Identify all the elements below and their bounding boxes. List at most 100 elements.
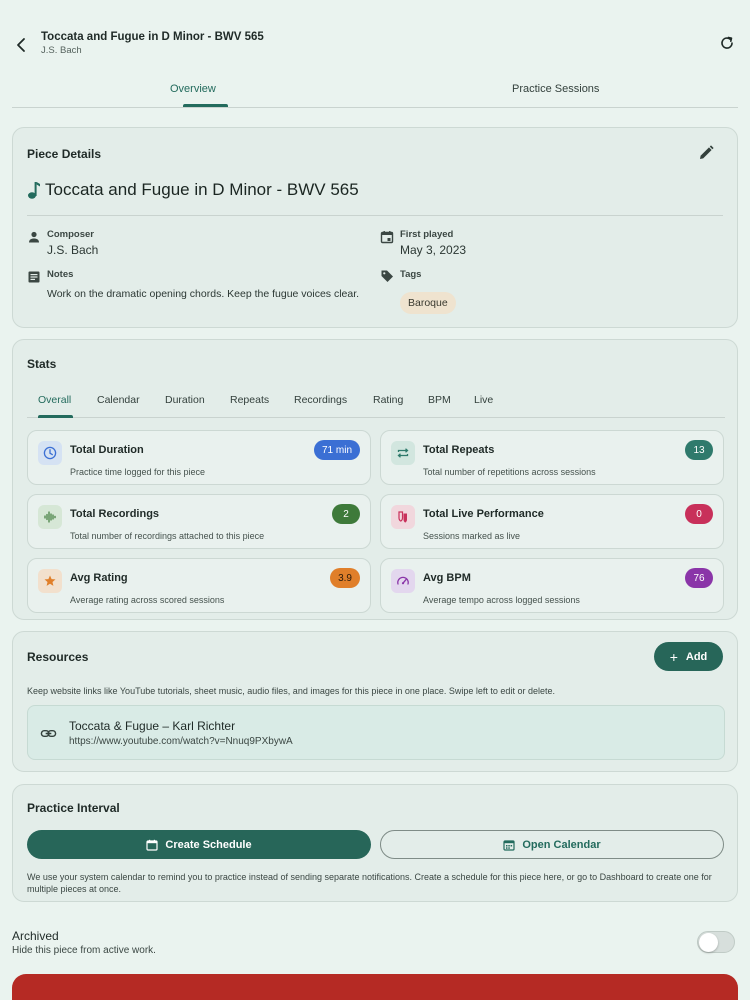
stat-description: Total number of repetitions across sessi… [423, 467, 596, 477]
stat-icon-box [38, 569, 62, 593]
stat-badge: 0 [685, 504, 713, 524]
tags-label: Tags [400, 269, 422, 280]
divider [27, 215, 723, 216]
star-icon [44, 575, 56, 586]
composer-label: Composer [47, 229, 94, 240]
main-tabs: Overview Practice Sessions [12, 80, 738, 108]
stats-tab-calendar[interactable]: Calendar [97, 394, 140, 406]
repeat-icon [397, 448, 409, 458]
stat-icon-box [391, 505, 415, 529]
stat-card-total-repeats: Total Repeats Total number of repetition… [380, 430, 724, 485]
stat-icon-box [391, 569, 415, 593]
stat-title: Avg Rating [70, 572, 128, 584]
waveform-icon [44, 511, 56, 523]
archived-toggle[interactable] [697, 931, 735, 953]
notes-label: Notes [47, 269, 74, 280]
stat-description: Total number of recordings attached to t… [70, 531, 265, 541]
delete-button[interactable] [12, 974, 738, 1000]
stat-badge: 2 [332, 504, 360, 524]
resource-name: Toccata & Fugue – Karl Richter [69, 719, 236, 733]
stats-tab-indicator [38, 415, 73, 418]
tag-icon [381, 270, 393, 282]
composer-value: J.S. Bach [47, 243, 99, 257]
toggle-knob [699, 933, 718, 952]
title-block: Toccata and Fugue in D Minor - BWV 565 J… [41, 31, 264, 56]
stat-icon-box [38, 505, 62, 529]
stats-tab-live[interactable]: Live [474, 394, 493, 406]
stats-tab-repeats[interactable]: Repeats [230, 394, 269, 406]
theater-icon [398, 511, 407, 523]
stat-title: Total Recordings [70, 508, 160, 520]
page-subtitle: J.S. Bach [41, 45, 82, 56]
resources-card: Resources + Add Keep website links like … [12, 631, 738, 772]
person-icon [29, 231, 39, 243]
stat-card-total-recordings: Total Recordings Total number of recordi… [27, 494, 371, 549]
resources-help: Keep website links like YouTube tutorial… [27, 686, 555, 696]
stat-title: Total Duration [70, 444, 144, 456]
link-icon [40, 729, 57, 738]
add-label: Add [685, 650, 708, 663]
refresh-icon [721, 36, 733, 49]
add-resource-button[interactable]: + Add [654, 642, 723, 671]
stats-tab-bpm[interactable]: BPM [428, 394, 451, 406]
notes-value: Work on the dramatic opening chords. Kee… [47, 288, 360, 300]
stat-description: Sessions marked as live [423, 531, 521, 541]
open-calendar-button[interactable]: Open Calendar [380, 830, 724, 859]
practice-interval-card: Practice Interval Create Schedule Open C… [12, 784, 738, 902]
speedometer-icon [397, 576, 409, 585]
stat-card-total-live: Total Live Performance Sessions marked a… [380, 494, 724, 549]
resources-title: Resources [27, 650, 89, 664]
notes-icon [28, 271, 40, 283]
create-schedule-label: Create Schedule [165, 838, 252, 851]
back-button[interactable] [10, 34, 32, 56]
calendar-icon [503, 839, 515, 851]
archived-description: Hide this piece from active work. [12, 945, 156, 956]
stat-badge: 3.9 [330, 568, 360, 588]
stats-tab-recordings[interactable]: Recordings [294, 394, 347, 406]
stat-card-avg-rating: Avg Rating Average rating across scored … [27, 558, 371, 613]
stat-icon-box [38, 441, 62, 465]
tag-chip[interactable]: Baroque [400, 292, 456, 314]
tab-indicator [183, 104, 228, 107]
tab-overview[interactable]: Overview [170, 83, 216, 95]
stats-card: Stats Overall Calendar Duration Repeats … [12, 339, 738, 620]
stat-description: Average rating across scored sessions [70, 595, 225, 605]
stat-title: Avg BPM [423, 572, 471, 584]
create-schedule-button[interactable]: Create Schedule [27, 830, 371, 859]
tab-practice-sessions[interactable]: Practice Sessions [512, 83, 599, 95]
stat-title: Total Repeats [423, 444, 495, 456]
stat-card-avg-bpm: Avg BPM Average tempo across logged sess… [380, 558, 724, 613]
stat-icon-box [391, 441, 415, 465]
stats-tab-duration[interactable]: Duration [165, 394, 205, 406]
stats-tab-overall[interactable]: Overall [38, 394, 71, 406]
open-calendar-label: Open Calendar [522, 838, 601, 851]
page-title: Toccata and Fugue in D Minor - BWV 565 [41, 31, 264, 43]
plus-icon: + [669, 648, 678, 665]
piece-details-card: Piece Details Toccata and Fugue in D Min… [12, 127, 738, 328]
edit-button[interactable] [697, 144, 715, 162]
stats-title: Stats [27, 357, 57, 371]
calendar-add-icon [146, 839, 158, 851]
piece-details-title: Piece Details [27, 147, 102, 161]
stat-title: Total Live Performance [423, 508, 544, 520]
pencil-icon [700, 145, 714, 159]
music-note-icon [28, 182, 40, 199]
first-played-label: First played [400, 229, 454, 240]
stat-description: Practice time logged for this piece [70, 467, 206, 477]
resource-item[interactable]: Toccata & Fugue – Karl Richter https://w… [27, 705, 725, 760]
practice-interval-title: Practice Interval [27, 801, 120, 815]
practice-interval-help: We use your system calendar to remind yo… [27, 872, 712, 894]
stats-tab-rating[interactable]: Rating [373, 394, 403, 406]
archived-label: Archived [12, 929, 59, 943]
stat-description: Average tempo across logged sessions [423, 595, 580, 605]
stat-badge: 13 [685, 440, 713, 460]
stat-badge: 76 [685, 568, 713, 588]
stats-tabs: Overall Calendar Duration Repeats Record… [27, 390, 725, 418]
app-bar: Toccata and Fugue in D Minor - BWV 565 J… [0, 0, 750, 80]
stat-card-total-duration: Total Duration Practice time logged for … [27, 430, 371, 485]
stat-badge: 71 min [313, 440, 360, 460]
resource-url: https://www.youtube.com/watch?v=Nnuq9PXb… [69, 736, 293, 747]
refresh-button[interactable] [718, 34, 736, 52]
arrow-back-icon [17, 38, 25, 52]
piece-name: Toccata and Fugue in D Minor - BWV 565 [45, 180, 359, 199]
